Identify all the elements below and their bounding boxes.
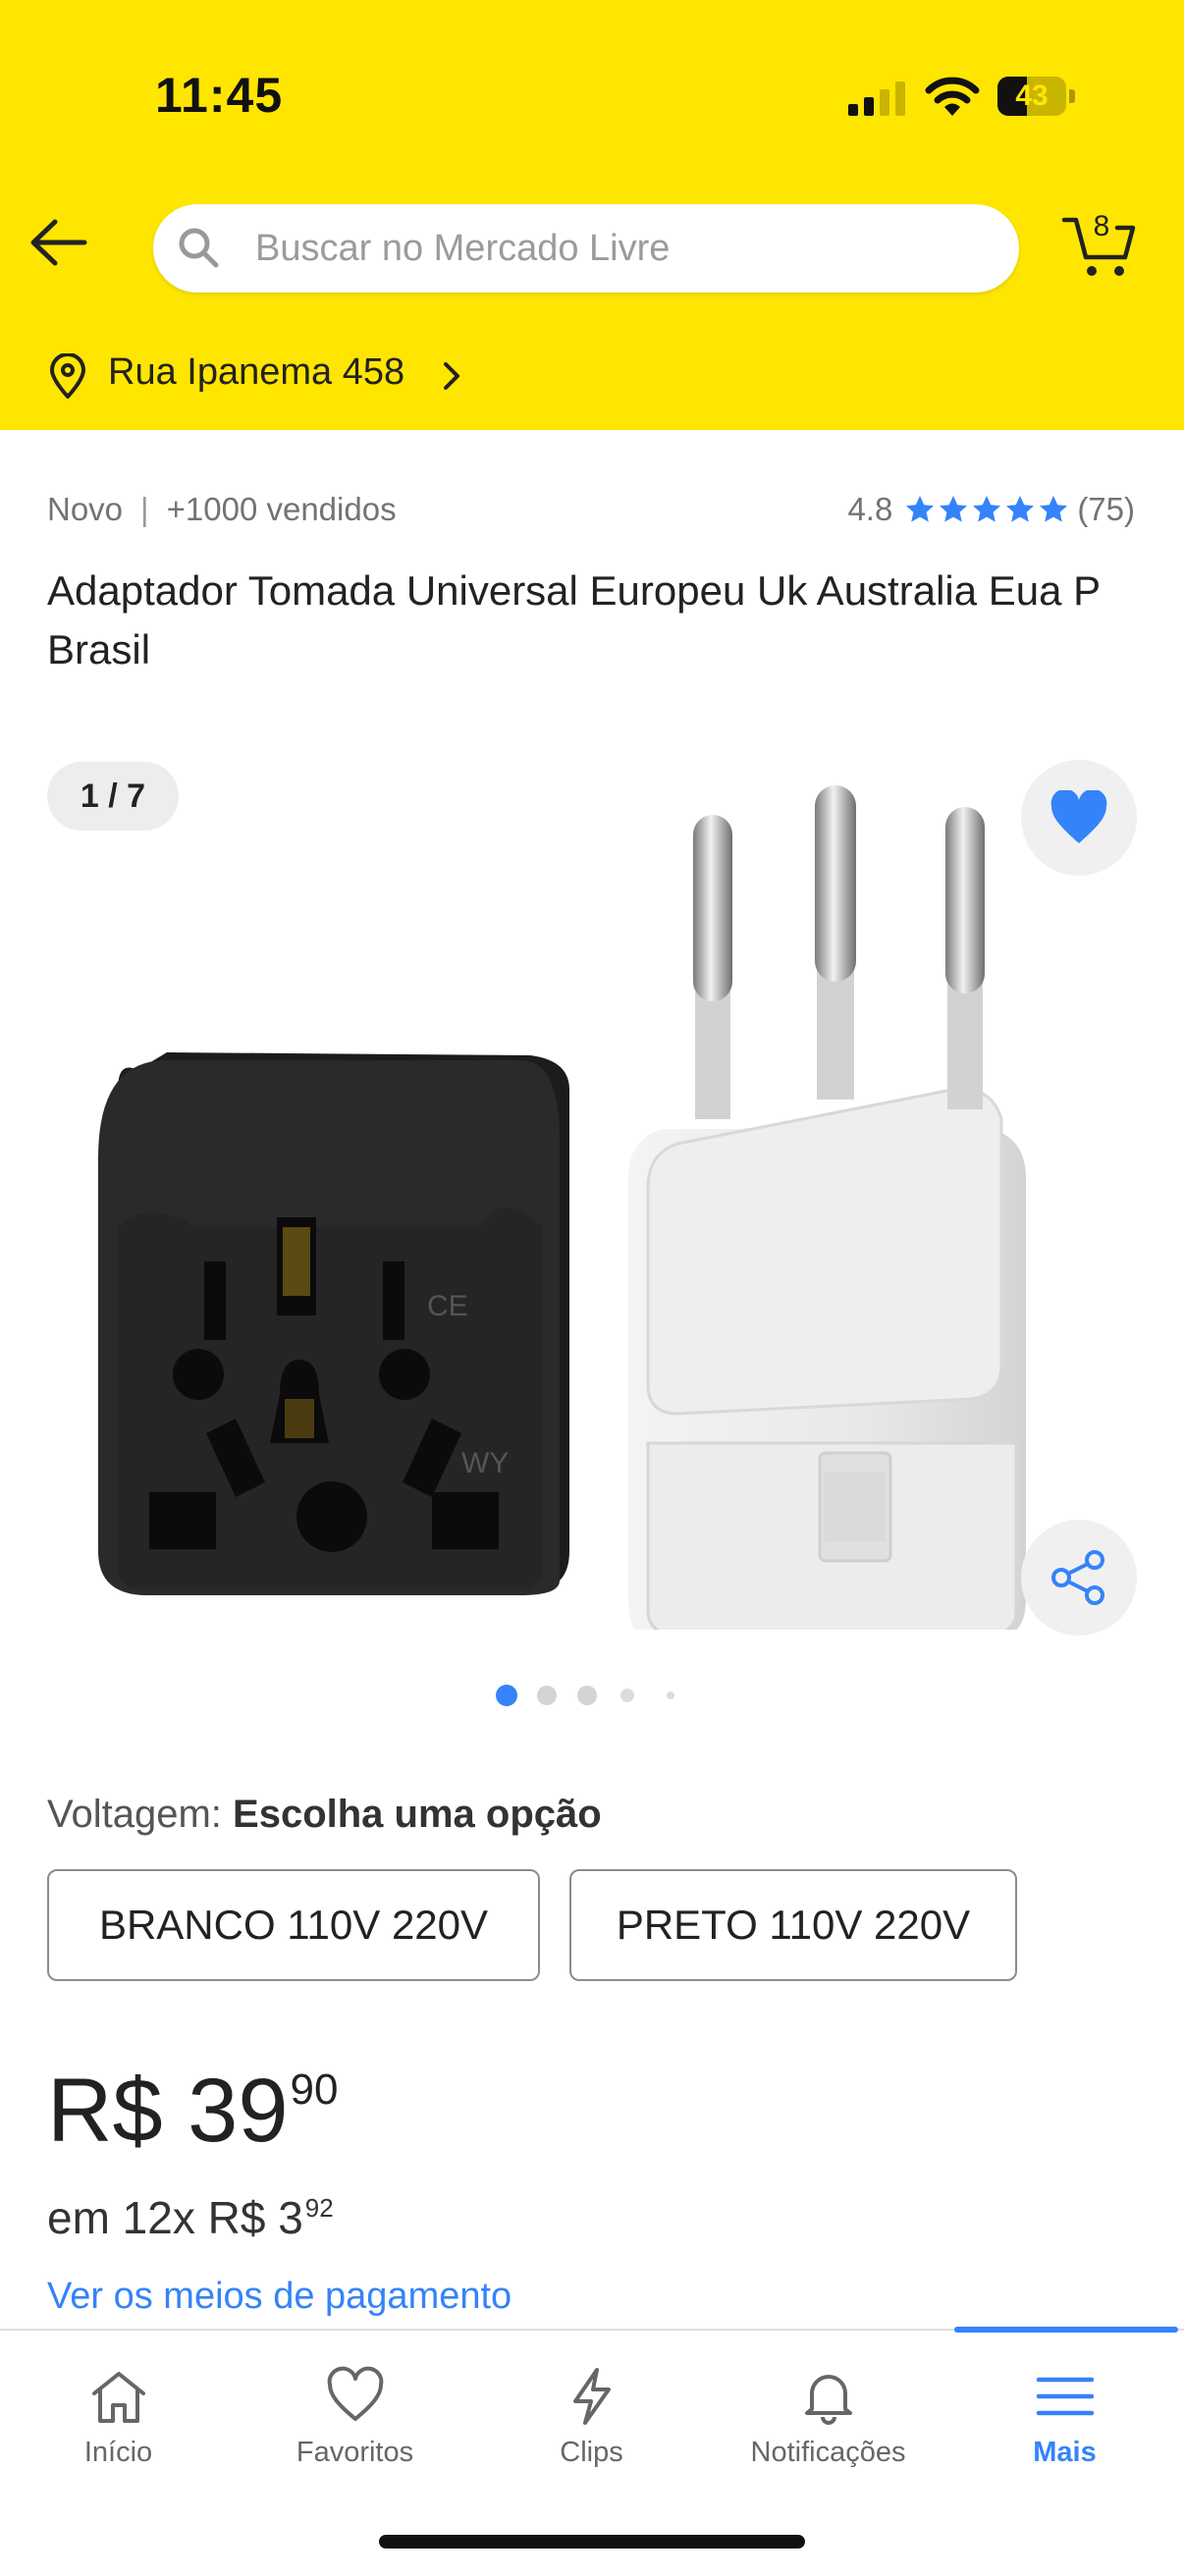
carousel-pagination xyxy=(496,1685,674,1706)
tab-notificacoes[interactable]: Notificações xyxy=(710,2331,946,2488)
home-indicator xyxy=(379,2535,805,2549)
voltage-label-text: Voltagem: xyxy=(47,1793,222,1836)
battery-icon: 43 xyxy=(997,77,1078,116)
chevron-right-icon xyxy=(444,362,459,390)
search-placeholder: Buscar no Mercado Livre xyxy=(255,228,671,269)
rating-value: 4.8 xyxy=(847,491,893,527)
back-arrow-icon[interactable] xyxy=(26,210,90,275)
payment-methods-link[interactable]: Ver os meios de pagamento xyxy=(47,2276,511,2318)
price-cents: 90 xyxy=(290,2066,339,2114)
price: R$ 3990 xyxy=(47,2060,338,2163)
location-pin-icon xyxy=(49,353,86,399)
star-icon xyxy=(973,496,1001,522)
option-branco[interactable]: BRANCO 110V 220V xyxy=(47,1869,540,1981)
tab-label: Favoritos xyxy=(296,2437,414,2468)
installments-cents: 92 xyxy=(304,2193,334,2223)
tab-label: Mais xyxy=(1033,2437,1097,2468)
star-icon xyxy=(1006,496,1035,522)
battery-level: 43 xyxy=(1015,80,1049,112)
cart-count-badge: 8 xyxy=(1093,210,1110,242)
svg-text:CE: CE xyxy=(427,1290,468,1322)
rating-stars xyxy=(904,494,1071,525)
meta-separator: | xyxy=(140,491,149,527)
heart-icon xyxy=(327,2366,384,2421)
installments-text: em 12x R$ 3 xyxy=(47,2192,303,2243)
tab-clips[interactable]: Clips xyxy=(473,2331,710,2488)
tab-mais[interactable]: Mais xyxy=(946,2331,1183,2488)
active-tab-indicator xyxy=(954,2327,1178,2333)
voltage-label: Voltagem: Escolha uma opção xyxy=(47,1793,602,1837)
search-icon xyxy=(179,228,219,268)
star-icon xyxy=(906,496,935,522)
product-image[interactable]: CE WY xyxy=(59,766,1100,1630)
share-button[interactable] xyxy=(1021,1520,1137,1636)
product-title: Adaptador Tomada Universal Europeu Uk Au… xyxy=(47,567,1101,672)
bolt-icon xyxy=(573,2368,611,2425)
tab-label: Notificações xyxy=(750,2437,906,2468)
sold-count: +1000 vendidos xyxy=(166,491,397,527)
favorite-button[interactable] xyxy=(1021,760,1137,876)
heart-filled-icon xyxy=(1050,790,1107,843)
star-icon xyxy=(940,496,968,522)
price-currency: R$ xyxy=(47,2061,163,2161)
condition-label: Novo xyxy=(47,491,124,527)
tab-label: Início xyxy=(83,2437,153,2468)
installments: em 12x R$ 392 xyxy=(47,2191,334,2244)
delivery-address[interactable]: Rua Ipanema 458 xyxy=(108,351,404,394)
status-time: 11:45 xyxy=(155,68,284,123)
image-counter: 1 / 7 xyxy=(47,762,179,831)
voltage-selection: Escolha uma opção xyxy=(233,1793,602,1836)
rating-summary[interactable]: 4.8 (75) xyxy=(847,491,1135,528)
bell-icon xyxy=(805,2375,852,2425)
search-input[interactable]: Buscar no Mercado Livre xyxy=(153,204,1019,293)
tab-favoritos[interactable]: Favoritos xyxy=(237,2331,473,2488)
home-icon xyxy=(92,2372,145,2423)
menu-icon xyxy=(1036,2377,1095,2416)
share-icon xyxy=(1051,1550,1104,1605)
tab-inicio[interactable]: Início xyxy=(0,2331,237,2488)
star-icon xyxy=(1040,496,1068,522)
wifi-icon xyxy=(925,77,980,116)
tab-label: Clips xyxy=(560,2437,623,2468)
svg-text:WY: WY xyxy=(461,1447,509,1479)
signal-icon xyxy=(848,81,905,116)
option-preto[interactable]: PRETO 110V 220V xyxy=(569,1869,1017,1981)
review-count: (75) xyxy=(1077,491,1135,527)
price-integer: 39 xyxy=(188,2061,289,2161)
product-subtitle: Novo | +1000 vendidos xyxy=(47,491,397,528)
